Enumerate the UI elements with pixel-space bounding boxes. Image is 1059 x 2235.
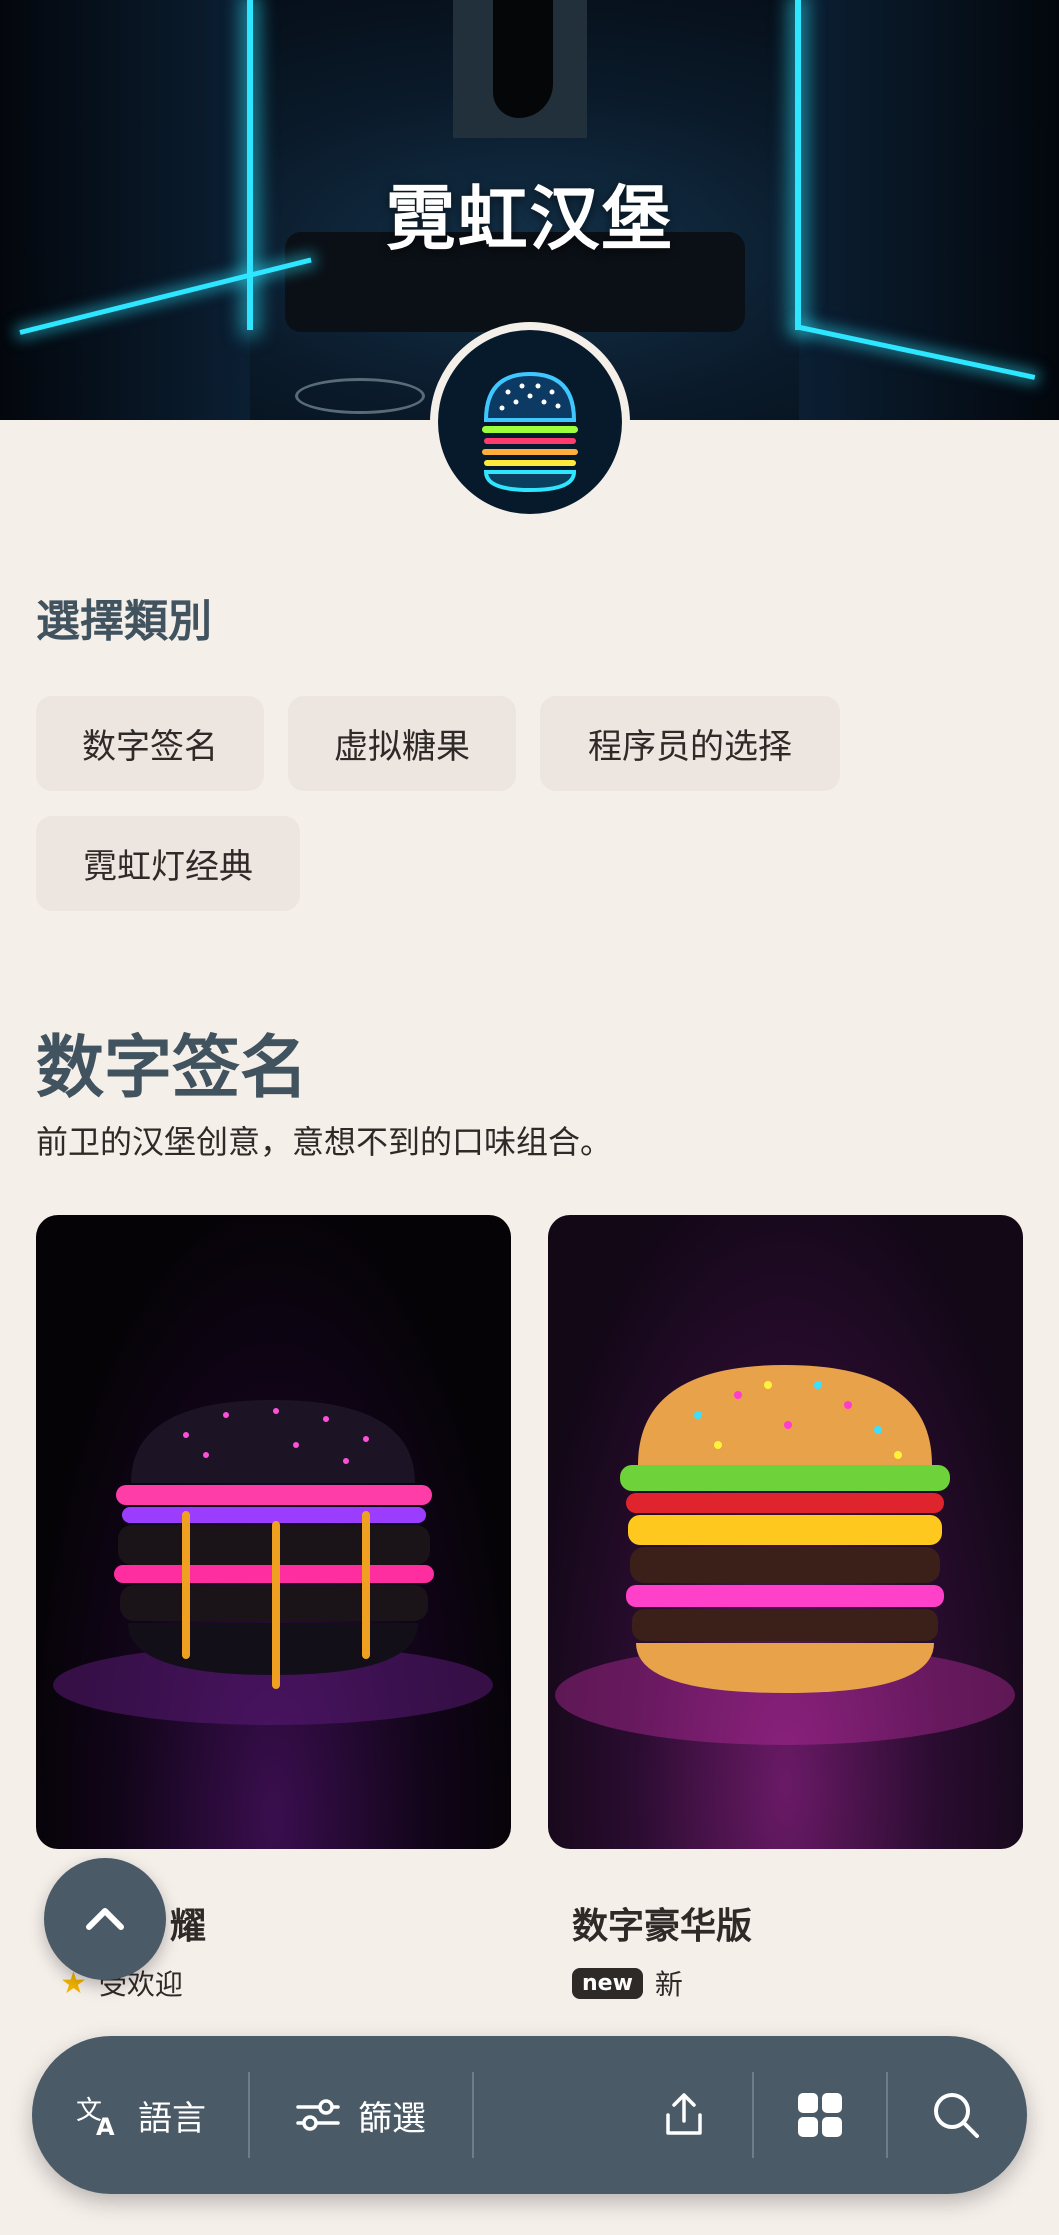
search-icon <box>934 2093 979 2138</box>
neon-burger-logo-icon <box>438 330 622 514</box>
hero-table <box>295 378 425 414</box>
category-chip-virtual-candy[interactable]: 虚拟糖果 <box>288 696 516 791</box>
section-description: 前卫的汉堡创意，意想不到的口味组合。 <box>36 1123 613 1161</box>
category-heading: 選擇類別 <box>36 596 212 647</box>
scroll-to-top-button[interactable] <box>44 1858 166 1980</box>
filter-sliders-icon <box>296 2099 340 2131</box>
toolbar-divider <box>472 2072 474 2158</box>
search-button[interactable] <box>930 2036 982 2194</box>
menu-item-badge-text: 新 <box>654 1968 683 2001</box>
chevron-up-icon <box>86 1908 124 1930</box>
language-button[interactable]: 文 A 語言 <box>74 2036 206 2194</box>
page-title: 霓虹汉堡 <box>385 178 674 260</box>
share-icon <box>666 2093 702 2135</box>
menu-item-title[interactable]: 耀 <box>170 1897 206 1949</box>
grid-view-button[interactable] <box>794 2036 846 2194</box>
share-button[interactable] <box>658 2036 710 2194</box>
category-chip-programmers-choice[interactable]: 程序员的选择 <box>540 696 840 791</box>
bottom-toolbar: 文 A 語言 篩選 <box>32 2036 1027 2194</box>
filter-label: 篩選 <box>358 2098 426 2139</box>
restaurant-logo <box>430 322 630 522</box>
menu-item-title[interactable]: 数字豪华版 <box>572 1897 752 1949</box>
menu-item-badge: new 新 <box>572 1963 683 2003</box>
menu-item-image[interactable] <box>36 1215 511 1849</box>
hero-painting <box>453 0 587 138</box>
toolbar-divider <box>886 2072 888 2158</box>
toolbar-divider <box>248 2072 250 2158</box>
filter-button[interactable]: 篩選 <box>294 2036 426 2194</box>
category-chip-digital-signature[interactable]: 数字签名 <box>36 696 264 791</box>
translate-icon: 文 A <box>76 2096 115 2139</box>
svg-text:A: A <box>96 2113 115 2139</box>
language-label: 語言 <box>138 2098 206 2139</box>
menu-item-image[interactable] <box>548 1215 1023 1849</box>
toolbar-divider <box>752 2072 754 2158</box>
section-title: 数字签名 <box>36 1029 309 1108</box>
grid-icon <box>798 2093 842 2137</box>
new-badge-icon: new <box>572 1967 643 1999</box>
category-chip-neon-classic[interactable]: 霓虹灯经典 <box>36 816 300 911</box>
